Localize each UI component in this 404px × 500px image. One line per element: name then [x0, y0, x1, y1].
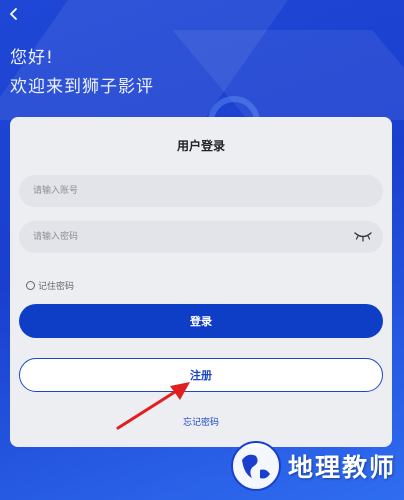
account-input[interactable]: [19, 175, 383, 207]
chevron-left-icon: [10, 8, 17, 20]
remember-password[interactable]: 记住密码: [26, 279, 74, 292]
watermark: 地理教师: [230, 440, 396, 492]
forgot-password-link[interactable]: 忘记密码: [10, 415, 392, 428]
greeting: 您好! 欢迎来到狮子影评: [10, 44, 154, 102]
globe-logo-icon: [230, 441, 281, 491]
red-arrow-annotation: [116, 382, 190, 430]
login-button[interactable]: 登录: [19, 304, 383, 338]
back-button[interactable]: [2, 2, 26, 26]
card-title: 用户登录: [176, 139, 225, 153]
watermark-text: 地理教师: [287, 453, 396, 482]
greeting-hello: 您好!: [10, 48, 54, 68]
password-input[interactable]: [19, 221, 383, 253]
greeting-welcome: 欢迎来到狮子影评: [10, 77, 154, 97]
remember-label: 记住密码: [38, 282, 75, 292]
login-card: 用户登录 记住密码 登录 注册 忘记密码: [10, 117, 392, 447]
register-button[interactable]: 注册: [19, 358, 383, 392]
background-decoration: [172, 30, 404, 120]
eye-closed-icon[interactable]: [354, 230, 372, 242]
remember-radio[interactable]: [26, 281, 35, 290]
